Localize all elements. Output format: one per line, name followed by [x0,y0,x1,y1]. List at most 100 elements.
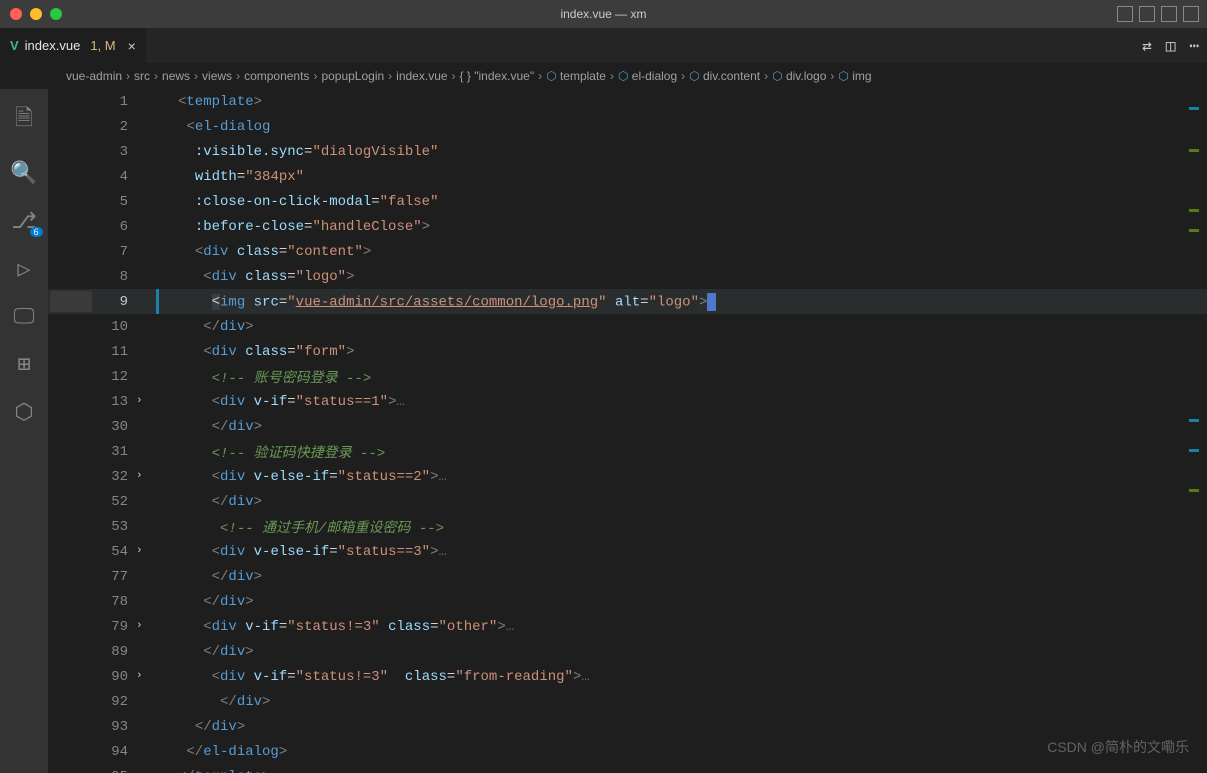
breadcrumb-segment[interactable]: ⬡ el-dialog [618,69,677,83]
code-content[interactable]: </div> [154,644,254,660]
code-content[interactable]: <!-- 验证码快捷登录 --> [154,442,385,462]
close-tab-icon[interactable]: × [128,38,136,54]
code-line[interactable]: 31 <!-- 验证码快捷登录 --> [48,439,1207,464]
outline-icon[interactable]: ⬡ [14,400,33,426]
window-title: index.vue — xm [560,7,646,21]
code-content[interactable]: <div v-if="status==1">… [154,394,405,410]
explorer-icon[interactable]: 🗎 [15,101,33,139]
code-line[interactable]: 95</template> [48,764,1207,773]
breadcrumb-segment[interactable]: ⬡ div.logo [772,69,826,83]
code-line[interactable]: 2 <el-dialog [48,114,1207,139]
code-content[interactable]: width="384px" [154,169,304,185]
breadcrumb-segment[interactable]: index.vue [396,69,447,83]
code-line[interactable]: 5 :close-on-click-modal="false" [48,189,1207,214]
search-icon[interactable]: 🔍 [10,161,37,187]
code-line[interactable]: 78 </div> [48,589,1207,614]
code-content[interactable]: </el-dialog> [154,744,287,760]
code-content[interactable]: <img src="vue-admin/src/assets/common/lo… [154,293,716,311]
breadcrumb-segment[interactable]: vue-admin [66,69,122,83]
remote-icon[interactable]: 🖵 [13,305,34,330]
customize-layout-icon[interactable] [1183,6,1199,22]
line-number: 2 [48,119,154,135]
fold-toggle-icon[interactable]: › [136,545,143,557]
breadcrumb-segment[interactable]: components [244,69,309,83]
split-editor-icon[interactable]: ◫ [1166,36,1176,56]
extensions-icon[interactable]: ⊞ [17,352,30,378]
code-content[interactable]: <template> [154,94,262,110]
code-content[interactable]: </div> [154,494,262,510]
maximize-window-icon[interactable] [50,8,62,20]
code-line[interactable]: 77 </div> [48,564,1207,589]
code-line[interactable]: 94 </el-dialog> [48,739,1207,764]
code-line[interactable]: 52 </div> [48,489,1207,514]
code-line[interactable]: 9 <img src="vue-admin/src/assets/common/… [48,289,1207,314]
code-content[interactable]: </div> [154,594,254,610]
code-content[interactable]: <div class="form"> [154,344,355,360]
more-actions-icon[interactable]: ⋯ [1189,36,1199,56]
fold-toggle-icon[interactable]: › [136,395,143,407]
toggle-panel-bottom-icon[interactable] [1139,6,1155,22]
code-content[interactable]: </div> [154,694,270,710]
code-content[interactable]: <!-- 通过手机/邮箱重设密码 --> [154,517,444,537]
code-line[interactable]: 11 <div class="form"> [48,339,1207,364]
code-line[interactable]: 30 </div> [48,414,1207,439]
close-window-icon[interactable] [10,8,22,20]
code-content[interactable]: </template> [154,769,270,773]
breadcrumb-segment[interactable]: popupLogin [321,69,384,83]
code-line[interactable]: 8 <div class="logo"> [48,264,1207,289]
breadcrumb-segment[interactable]: { } "index.vue" [460,69,535,83]
breadcrumb-segment[interactable]: ⬡ div.content [689,69,760,83]
code-content[interactable]: :visible.sync="dialogVisible" [154,144,438,160]
code-line[interactable]: 53 <!-- 通过手机/邮箱重设密码 --> [48,514,1207,539]
breadcrumbs[interactable]: vue-admin › src › news › views › compone… [0,63,1207,89]
breadcrumb-segment[interactable]: news [162,69,190,83]
code-line[interactable]: 89 </div> [48,639,1207,664]
code-content[interactable]: <div class="logo"> [154,269,355,285]
minimize-window-icon[interactable] [30,8,42,20]
code-content[interactable]: </div> [154,319,254,335]
code-content[interactable]: <div v-else-if="status==3">… [154,544,447,560]
code-content[interactable]: <div v-if="status!=3" class="other">… [154,619,514,635]
toggle-panel-left-icon[interactable] [1117,6,1133,22]
code-line[interactable]: 90› <div v-if="status!=3" class="from-re… [48,664,1207,689]
line-number: 77 [48,569,154,585]
code-line[interactable]: 93 </div> [48,714,1207,739]
code-line[interactable]: 3 :visible.sync="dialogVisible" [48,139,1207,164]
compare-changes-icon[interactable]: ⇄ [1142,36,1152,56]
tab-index-vue[interactable]: V index.vue 1, M × [0,28,146,63]
line-number: 95 [48,769,154,773]
code-content[interactable]: </div> [154,419,262,435]
source-control-icon[interactable]: ⎇6 [11,209,36,235]
editor[interactable]: 1<template>2 <el-dialog3 :visible.sync="… [48,89,1207,773]
code-line[interactable]: 7 <div class="content"> [48,239,1207,264]
code-content[interactable]: </div> [154,569,262,585]
breadcrumb-segment[interactable]: src [134,69,150,83]
fold-toggle-icon[interactable]: › [136,620,143,632]
run-debug-icon[interactable]: ▷ [17,257,30,283]
code-content[interactable]: </div> [154,719,245,735]
code-line[interactable]: 4 width="384px" [48,164,1207,189]
code-content[interactable]: <div v-if="status!=3" class="from-readin… [154,669,590,685]
code-content[interactable]: <!-- 账号密码登录 --> [154,367,371,387]
code-content[interactable]: <el-dialog [154,119,270,135]
code-line[interactable]: 13› <div v-if="status==1">… [48,389,1207,414]
code-line[interactable]: 12 <!-- 账号密码登录 --> [48,364,1207,389]
code-content[interactable]: <div v-else-if="status==2">… [154,469,447,485]
code-line[interactable]: 79› <div v-if="status!=3" class="other">… [48,614,1207,639]
code-line[interactable]: 32› <div v-else-if="status==2">… [48,464,1207,489]
code-line[interactable]: 1<template> [48,89,1207,114]
code-content[interactable]: <div class="content"> [154,244,371,260]
code-line[interactable]: 54› <div v-else-if="status==3">… [48,539,1207,564]
breadcrumb-segment[interactable]: ⬡ img [838,69,871,83]
fold-toggle-icon[interactable]: › [136,470,143,482]
code-line[interactable]: 92 </div> [48,689,1207,714]
window-controls [10,8,62,20]
code-content[interactable]: :before-close="handleClose"> [154,219,430,235]
code-line[interactable]: 10 </div> [48,314,1207,339]
code-line[interactable]: 6 :before-close="handleClose"> [48,214,1207,239]
breadcrumb-segment[interactable]: ⬡ template [546,69,606,83]
code-content[interactable]: :close-on-click-modal="false" [154,194,438,210]
fold-toggle-icon[interactable]: › [136,670,143,682]
breadcrumb-segment[interactable]: views [202,69,232,83]
toggle-panel-right-icon[interactable] [1161,6,1177,22]
